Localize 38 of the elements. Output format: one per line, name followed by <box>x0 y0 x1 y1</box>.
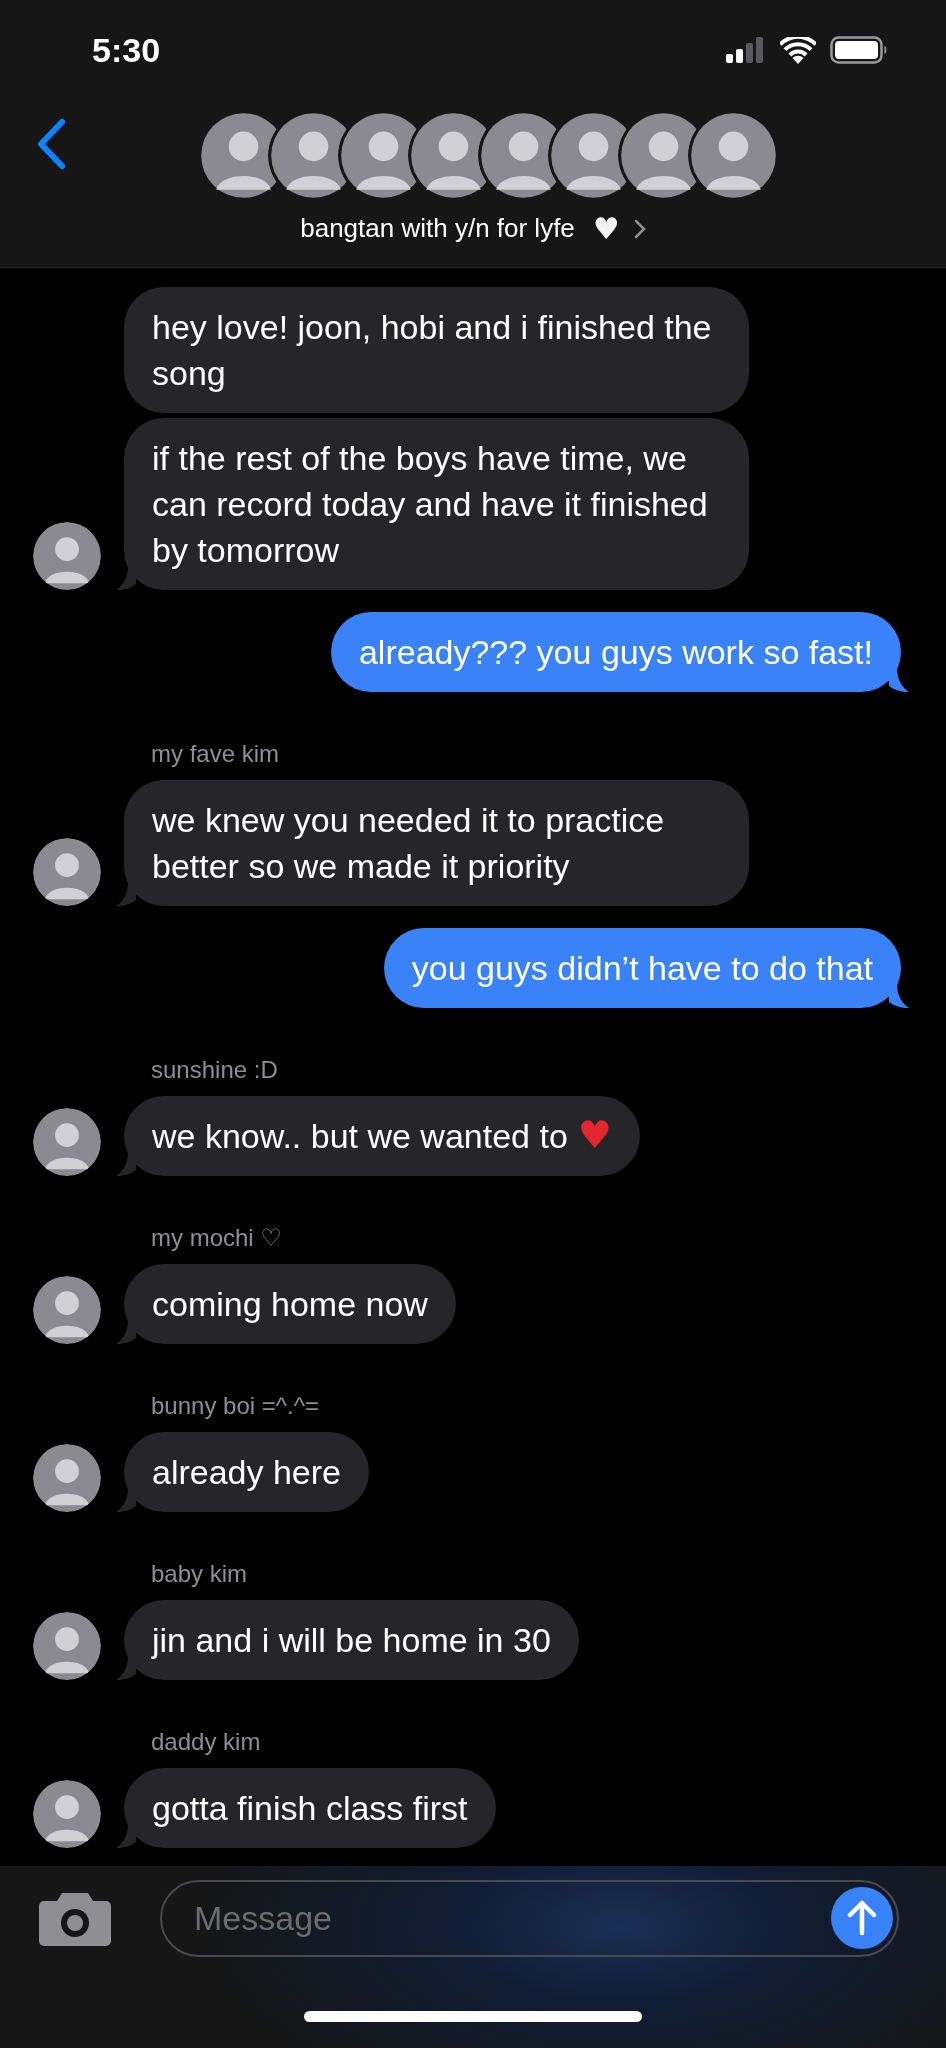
send-button[interactable] <box>831 1887 893 1949</box>
bubble-tail <box>116 566 136 590</box>
bubble-tail <box>889 984 909 1008</box>
heart-emoji: ♥ <box>592 213 620 244</box>
signal-icon <box>726 37 766 63</box>
bubble-tail <box>116 882 136 906</box>
sender-name: baby kim <box>151 1559 248 1589</box>
bubble-tail <box>116 1320 136 1344</box>
received-message: jin and i will be home in 30 <box>124 1600 579 1680</box>
chevron-icon[interactable] <box>633 218 646 239</box>
bubble-tail <box>116 1152 136 1176</box>
received-message: coming home now <box>124 1264 456 1344</box>
sender-name: my mochi ♡ <box>151 1223 282 1253</box>
status-time: 5:30 <box>92 30 161 70</box>
bubble-tail <box>116 1656 136 1680</box>
avatar-icon <box>687 110 779 201</box>
camera-icon[interactable] <box>38 1890 112 1947</box>
back-icon[interactable] <box>36 118 66 170</box>
bubble-tail <box>116 1488 136 1512</box>
received-message: already here <box>124 1432 369 1512</box>
arrow-up-icon <box>847 1900 877 1936</box>
battery-icon <box>830 36 888 64</box>
sender-name: sunshine :D <box>151 1055 278 1085</box>
sender-name: bunny boi =^.^= <box>151 1391 319 1421</box>
wifi-icon <box>780 36 816 64</box>
received-message: we know.. but we wanted to ♥ <box>124 1096 640 1176</box>
bubble-tail <box>116 1824 136 1848</box>
received-message: gotta finish class first <box>124 1768 496 1848</box>
received-message: we knew you needed it to practice better so we made it priority <box>124 780 749 906</box>
received-message: hey love! joon, hobi and i finished the song <box>124 287 749 413</box>
group-title[interactable]: bangtan with y/n for lyfe <box>300 213 575 244</box>
message-field[interactable]: Message <box>160 1880 899 1957</box>
sent-message: you guys didn’t have to do that <box>383 928 901 1008</box>
sent-message: already??? you guys work so fast! <box>330 612 901 692</box>
sender-name: daddy kim <box>151 1727 261 1757</box>
received-message: if the rest of the boys have time, we can record today and have it finished by tomorrow <box>124 418 749 590</box>
sender-name: my fave kim <box>151 739 279 769</box>
bubble-tail <box>889 668 909 692</box>
